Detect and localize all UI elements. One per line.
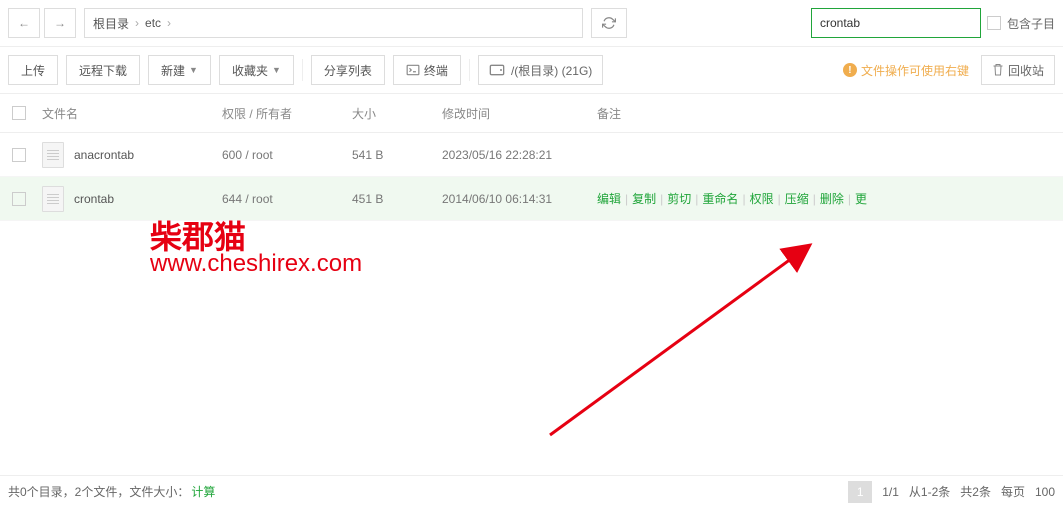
caret-down-icon: ▼	[272, 65, 281, 75]
table-header: 文件名 权限 / 所有者 大小 修改时间 备注	[0, 93, 1063, 133]
upload-button[interactable]: 上传	[8, 55, 58, 85]
nav-forward-button[interactable]: →	[44, 8, 76, 38]
file-icon	[42, 142, 64, 168]
action-rename[interactable]: 重命名	[702, 190, 738, 207]
toolbar-separator	[469, 59, 470, 81]
nav-bar: ← → 根目录 › etc › 包含子目	[0, 0, 1063, 47]
new-button[interactable]: 新建▼	[148, 55, 211, 85]
action-compress[interactable]: 压缩	[785, 190, 809, 207]
tip-text: ! 文件操作可使用右键	[843, 62, 969, 79]
toolbar: 上传 远程下载 新建▼ 收藏夹▼ 分享列表 终端 /(根目录) (21G) ! …	[0, 47, 1063, 93]
header-time[interactable]: 修改时间	[442, 105, 597, 122]
header-size[interactable]: 大小	[352, 105, 442, 122]
file-icon	[42, 186, 64, 212]
root-disk-button[interactable]: /(根目录) (21G)	[478, 55, 603, 85]
action-cut[interactable]: 剪切	[667, 190, 691, 207]
recycle-bin-button[interactable]: 回收站	[981, 55, 1055, 85]
header-remark[interactable]: 备注	[597, 105, 1051, 122]
action-perm[interactable]: 权限	[750, 190, 774, 207]
remote-download-button[interactable]: 远程下载	[66, 55, 140, 85]
caret-down-icon: ▼	[189, 65, 198, 75]
table-row[interactable]: anacrontab 600 / root 541 B 2023/05/16 2…	[0, 133, 1063, 177]
include-subdir-checkbox[interactable]	[987, 16, 1001, 30]
row-checkbox[interactable]	[12, 192, 26, 206]
page-count: 共2条	[960, 483, 991, 500]
row-checkbox[interactable]	[12, 148, 26, 162]
refresh-icon	[602, 16, 616, 30]
file-perm: 600 / root	[222, 148, 352, 162]
per-page-label: 每页	[1001, 483, 1025, 500]
search-input[interactable]	[811, 8, 981, 38]
trash-icon	[992, 63, 1004, 77]
action-edit[interactable]: 编辑	[597, 190, 621, 207]
per-page-value: 100	[1035, 485, 1055, 499]
terminal-icon	[406, 64, 420, 76]
action-more[interactable]: 更	[855, 190, 867, 207]
refresh-button[interactable]	[591, 8, 627, 38]
header-name[interactable]: 文件名	[42, 105, 222, 122]
select-all-checkbox[interactable]	[12, 106, 26, 120]
watermark-url: www.cheshirex.com	[150, 250, 362, 278]
pagination: 1 1/1 从1-2条 共2条 每页 100	[848, 481, 1055, 503]
row-actions: 编辑| 复制| 剪切| 重命名| 权限| 压缩| 删除| 更	[597, 190, 1051, 207]
page-current[interactable]: 1	[848, 481, 872, 503]
file-time: 2014/06/10 06:14:31	[442, 192, 597, 206]
file-perm: 644 / root	[222, 192, 352, 206]
table-row[interactable]: crontab 644 / root 451 B 2014/06/10 06:1…	[0, 177, 1063, 221]
file-name[interactable]: anacrontab	[74, 148, 134, 162]
annotation-arrow-icon	[540, 235, 830, 445]
action-delete[interactable]: 删除	[820, 190, 844, 207]
file-size: 451 B	[352, 192, 442, 206]
include-subdir-label: 包含子目	[1007, 15, 1055, 32]
crumb-etc[interactable]: etc	[145, 16, 161, 30]
disk-icon	[489, 64, 505, 76]
info-icon: !	[843, 63, 857, 77]
status-summary: 共0个目录，2个文件，文件大小：	[8, 483, 189, 500]
page-total: 1/1	[882, 485, 899, 499]
file-time: 2023/05/16 22:28:21	[442, 148, 597, 162]
calculate-link[interactable]: 计算	[191, 483, 215, 500]
toolbar-separator	[302, 59, 303, 81]
terminal-button[interactable]: 终端	[393, 55, 461, 85]
page-range: 从1-2条	[909, 483, 950, 500]
breadcrumb[interactable]: 根目录 › etc ›	[84, 8, 583, 38]
crumb-sep-icon: ›	[167, 16, 171, 30]
file-size: 541 B	[352, 148, 442, 162]
share-list-button[interactable]: 分享列表	[311, 55, 385, 85]
header-perm[interactable]: 权限 / 所有者	[222, 105, 352, 122]
crumb-root[interactable]: 根目录	[93, 15, 129, 32]
nav-back-button[interactable]: ←	[8, 8, 40, 38]
action-copy[interactable]: 复制	[632, 190, 656, 207]
favorites-button[interactable]: 收藏夹▼	[219, 55, 294, 85]
file-name[interactable]: crontab	[74, 192, 114, 206]
status-bar: 共0个目录，2个文件，文件大小： 计算 1 1/1 从1-2条 共2条 每页 1…	[0, 475, 1063, 507]
crumb-sep-icon: ›	[135, 16, 139, 30]
